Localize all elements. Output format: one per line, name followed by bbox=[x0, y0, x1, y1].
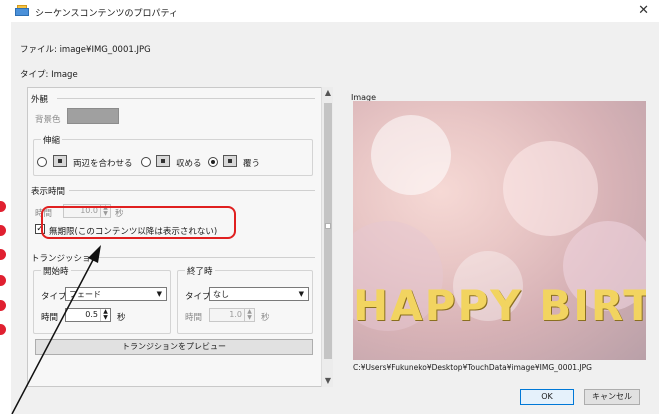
annotation-arrow bbox=[11, 245, 101, 414]
